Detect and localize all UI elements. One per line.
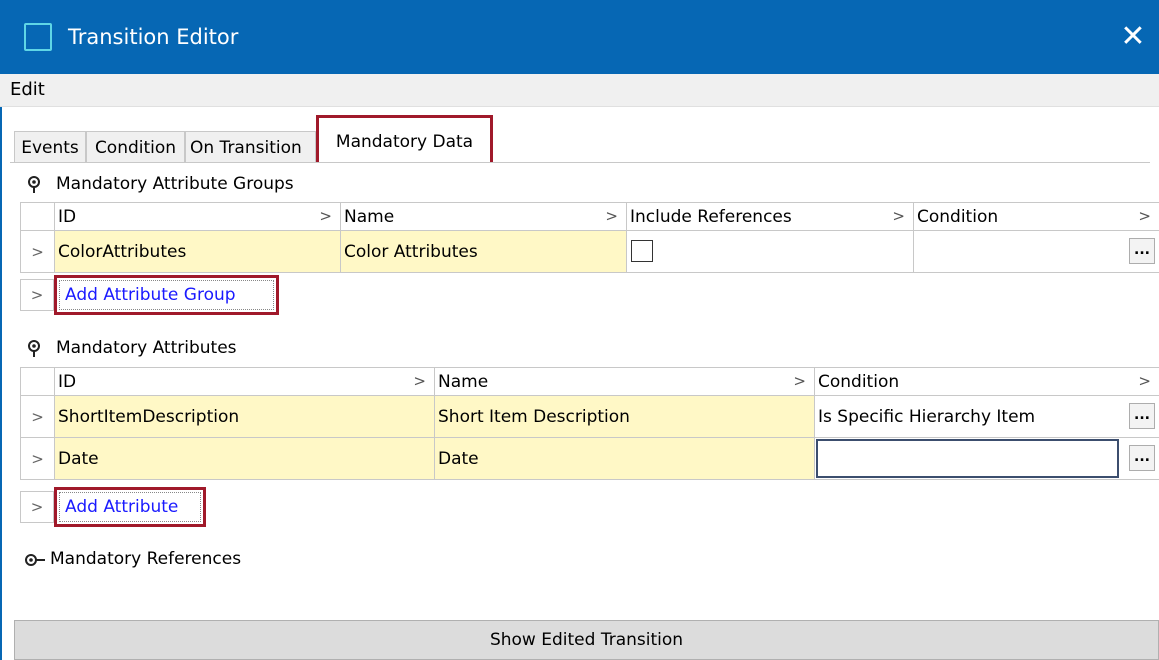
cell-condition[interactable]: ... (913, 230, 1159, 273)
sort-arrow-icon: > (892, 207, 905, 225)
cell-condition[interactable]: Is Specific Hierarchy Item ... (814, 395, 1159, 438)
header-selector-cell (20, 367, 55, 396)
window-title: Transition Editor (68, 25, 239, 49)
close-button[interactable]: ✕ (1107, 14, 1159, 60)
cell-name[interactable]: Color Attributes (340, 230, 627, 273)
menu-item-edit[interactable]: Edit (8, 76, 47, 104)
column-header-condition[interactable]: Condition > (913, 202, 1159, 231)
editor-content: Events Condition On Transition Mandatory… (0, 107, 1159, 660)
references-header[interactable]: Mandatory References (2, 547, 402, 571)
cell-name[interactable]: Short Item Description (434, 395, 815, 438)
table-row[interactable]: > ColorAttributes Color Attributes ... (20, 230, 1159, 273)
cell-name[interactable]: Date (434, 437, 815, 480)
cell-id[interactable]: ColorAttributes (54, 230, 341, 273)
column-header-name[interactable]: Name > (434, 367, 815, 396)
row-selector: > (20, 279, 54, 311)
add-group-row: > Add Attribute Group (20, 275, 320, 315)
attribute-groups-title: Mandatory Attribute Groups (56, 174, 294, 194)
cell-include-references (626, 230, 914, 273)
row-selector[interactable]: > (20, 230, 55, 273)
sort-arrow-icon: > (793, 372, 806, 390)
pin-icon (28, 176, 40, 193)
title-bar: Transition Editor ✕ (0, 0, 1159, 74)
column-header-id[interactable]: ID > (54, 202, 341, 231)
column-header-id[interactable]: ID > (54, 367, 435, 396)
sort-arrow-icon: > (319, 207, 332, 225)
window-icon (24, 23, 52, 51)
tab-mandatory-data[interactable]: Mandatory Data (316, 115, 493, 163)
column-header-include-references[interactable]: Include References > (626, 202, 914, 231)
table-header-row: ID > Name > Include References > Condition > (20, 202, 1159, 231)
add-attribute-row: > Add Attribute (20, 487, 320, 527)
table-row[interactable]: > ShortItemDescription Short Item Descri… (20, 395, 1159, 438)
row-selector[interactable]: > (20, 437, 55, 480)
pin-collapsed-icon (25, 554, 45, 566)
table-header-row: ID > Name > Condition > (20, 367, 1159, 396)
row-selector: > (20, 491, 54, 523)
tab-on-transition[interactable]: On Transition (185, 131, 316, 163)
pin-icon (28, 340, 40, 357)
include-references-checkbox[interactable] (631, 240, 653, 262)
attribute-groups-grid: ID > Name > Include References > Condition >… (20, 202, 1159, 273)
table-row[interactable]: > Date Date ... (20, 437, 1159, 480)
attribute-groups-header[interactable]: Mandatory Attribute Groups (2, 172, 402, 196)
condition-edit-button[interactable]: ... (1129, 403, 1155, 429)
add-attribute-group-link-frame: Add Attribute Group (54, 275, 279, 315)
sort-arrow-icon: > (413, 372, 426, 390)
cell-id[interactable]: Date (54, 437, 435, 480)
tab-divider (10, 162, 1150, 163)
column-header-condition[interactable]: Condition > (814, 367, 1159, 396)
cell-condition[interactable]: ... (814, 437, 1159, 480)
add-attribute-group-link[interactable]: Add Attribute Group (59, 280, 274, 310)
attributes-header[interactable]: Mandatory Attributes (2, 336, 402, 360)
menu-bar: Edit (0, 74, 1159, 107)
references-title: Mandatory References (50, 549, 242, 569)
condition-input[interactable] (816, 439, 1119, 478)
row-selector[interactable]: > (20, 395, 55, 438)
condition-edit-button[interactable]: ... (1129, 445, 1155, 471)
tab-condition[interactable]: Condition (86, 131, 185, 163)
sort-arrow-icon: > (1138, 372, 1151, 390)
sort-arrow-icon: > (1138, 207, 1151, 225)
cell-id[interactable]: ShortItemDescription (54, 395, 435, 438)
header-selector-cell (20, 202, 55, 231)
attributes-grid: ID > Name > Condition > > ShortItemDescript… (20, 367, 1159, 480)
add-attribute-link-frame: Add Attribute (54, 487, 206, 527)
attributes-title: Mandatory Attributes (56, 338, 237, 358)
tab-events[interactable]: Events (14, 131, 86, 163)
add-attribute-link[interactable]: Add Attribute (59, 492, 201, 522)
sort-arrow-icon: > (605, 207, 618, 225)
show-edited-transition-button[interactable]: Show Edited Transition (14, 620, 1159, 660)
condition-edit-button[interactable]: ... (1129, 238, 1155, 264)
column-header-name[interactable]: Name > (340, 202, 627, 231)
